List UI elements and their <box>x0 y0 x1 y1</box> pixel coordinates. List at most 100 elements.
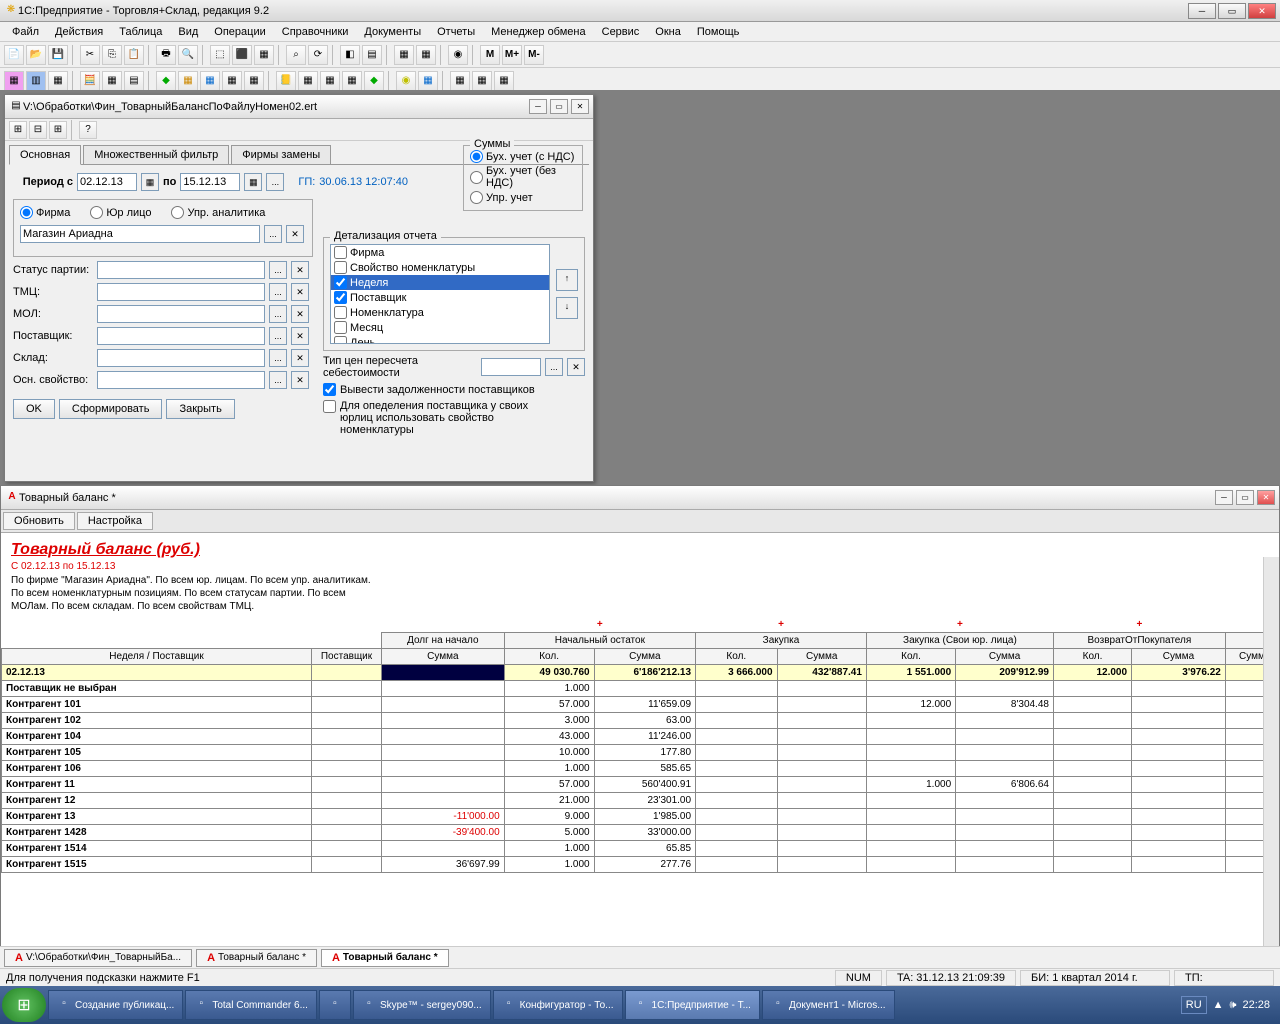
summ-radio[interactable]: Бух. учет (с НДС) <box>470 150 576 163</box>
inp-tmc[interactable] <box>97 283 265 301</box>
tool-icon[interactable]: ▦ <box>222 71 242 91</box>
tool-icon[interactable]: ▤ <box>362 45 382 65</box>
ellipsis-button[interactable]: ... <box>269 261 287 279</box>
detail-item[interactable]: Месяц <box>331 320 549 335</box>
clear-button[interactable]: ✕ <box>291 327 309 345</box>
tool-icon[interactable]: ◆ <box>364 71 384 91</box>
clear-button[interactable]: ✕ <box>291 305 309 323</box>
clear-button[interactable]: ✕ <box>291 283 309 301</box>
tool-icon[interactable]: ▦ <box>200 71 220 91</box>
tool-icon[interactable]: ▦ <box>244 71 264 91</box>
tool-icon[interactable]: M+ <box>502 45 522 65</box>
update-button[interactable]: Обновить <box>3 512 75 530</box>
tree-icon[interactable]: ⊞ <box>49 121 67 139</box>
detail-item[interactable]: Фирма <box>331 245 549 260</box>
copy-icon[interactable]: ⎘ <box>102 45 122 65</box>
detail-listbox[interactable]: ФирмаСвойство номенклатурыНеделяПоставщи… <box>330 244 550 344</box>
tab-1[interactable]: Множественный фильтр <box>83 145 229 164</box>
ellipsis-button[interactable]: ... <box>269 283 287 301</box>
tab-2[interactable]: Фирмы замены <box>231 145 331 164</box>
task-button[interactable]: ▫ <box>319 990 351 1020</box>
task-button[interactable]: ▫1С:Предприятие - Т... <box>625 990 760 1020</box>
ellipsis-button[interactable]: ... <box>269 327 287 345</box>
clear-button[interactable]: ✕ <box>286 225 304 243</box>
task-button[interactable]: ▫Создание публикац... <box>48 990 183 1020</box>
task-button[interactable]: ▫Skype™ - sergey090... <box>353 990 491 1020</box>
tool-icon[interactable]: ▦ <box>320 71 340 91</box>
menu-Менеджер обмена[interactable]: Менеджер обмена <box>483 24 593 40</box>
tool-icon[interactable]: M <box>480 45 500 65</box>
tool-icon[interactable]: ▦ <box>298 71 318 91</box>
detail-item[interactable]: Неделя <box>331 275 549 290</box>
tool-icon[interactable]: ▦ <box>48 71 68 91</box>
inp-postav[interactable] <box>97 327 265 345</box>
print-icon[interactable]: 🖶 <box>156 45 176 65</box>
down-button[interactable]: ↓ <box>556 297 578 319</box>
radio-firma[interactable]: Фирма <box>20 206 70 219</box>
menu-Сервис[interactable]: Сервис <box>594 24 648 40</box>
ok-button[interactable]: OK <box>13 399 55 419</box>
tip-input[interactable] <box>481 358 541 376</box>
lang-indicator[interactable]: RU <box>1181 996 1207 1014</box>
tree-icon[interactable]: ⊞ <box>9 121 27 139</box>
cut-icon[interactable]: ✂ <box>80 45 100 65</box>
tree-icon[interactable]: ⊟ <box>29 121 47 139</box>
tray-icon[interactable]: 🕪 <box>1230 999 1237 1012</box>
maximize-button[interactable]: ▭ <box>1236 490 1254 505</box>
tool-icon[interactable]: ▦ <box>342 71 362 91</box>
tool-icon[interactable]: 🧮 <box>80 71 100 91</box>
tool-icon[interactable]: ◉ <box>396 71 416 91</box>
tool-icon[interactable]: ▦ <box>416 45 436 65</box>
settings-button[interactable]: Настройка <box>77 512 153 530</box>
period-to-input[interactable] <box>180 173 240 191</box>
task-button[interactable]: ▫Документ1 - Micros... <box>762 990 895 1020</box>
tool-icon[interactable]: ▦ <box>494 71 514 91</box>
tool-icon[interactable]: ▥ <box>26 71 46 91</box>
summ-radio[interactable]: Бух. учет (без НДС) <box>470 165 576 189</box>
tool-icon[interactable]: M- <box>524 45 544 65</box>
radio-upr[interactable]: Упр. аналитика <box>171 206 265 219</box>
form-button[interactable]: Сформировать <box>59 399 163 419</box>
preview-icon[interactable]: 🔍 <box>178 45 198 65</box>
start-button[interactable]: ⊞ <box>2 988 46 1022</box>
inp-osn[interactable] <box>97 371 265 389</box>
menu-Помощь[interactable]: Помощь <box>689 24 748 40</box>
firma-input[interactable] <box>20 225 260 243</box>
task-button[interactable]: ▫Total Commander 6... <box>185 990 317 1020</box>
ellipsis-button[interactable]: ... <box>266 173 284 191</box>
tool-icon[interactable]: ▤ <box>124 71 144 91</box>
clear-button[interactable]: ✕ <box>567 358 585 376</box>
tool-icon[interactable]: ⬛ <box>232 45 252 65</box>
menu-Справочники[interactable]: Справочники <box>274 24 357 40</box>
ellipsis-button[interactable]: ... <box>269 371 287 389</box>
menu-Таблица[interactable]: Таблица <box>111 24 170 40</box>
doc-tab[interactable]: AV:\Обработки\Фин_ТоварныйБа... <box>4 949 192 967</box>
tool-icon[interactable]: ▦ <box>418 71 438 91</box>
detail-item[interactable]: Свойство номенклатуры <box>331 260 549 275</box>
tool-icon[interactable]: ▦ <box>450 71 470 91</box>
menu-Отчеты[interactable]: Отчеты <box>429 24 483 40</box>
tool-icon[interactable]: ◉ <box>448 45 468 65</box>
tool-icon[interactable]: ⟳ <box>308 45 328 65</box>
menu-Окна[interactable]: Окна <box>647 24 689 40</box>
tool-icon[interactable]: ▦ <box>472 71 492 91</box>
new-icon[interactable]: 📄 <box>4 45 24 65</box>
save-icon[interactable]: 💾 <box>48 45 68 65</box>
tool-icon[interactable]: ▦ <box>394 45 414 65</box>
maximize-button[interactable]: ▭ <box>550 99 568 114</box>
tool-icon[interactable]: ▦ <box>178 71 198 91</box>
tool-icon[interactable]: ◧ <box>340 45 360 65</box>
doc-tab[interactable]: AТоварный баланс * <box>321 949 449 967</box>
ellipsis-button[interactable]: ... <box>264 225 282 243</box>
paste-icon[interactable]: 📋 <box>124 45 144 65</box>
clear-button[interactable]: ✕ <box>291 349 309 367</box>
tool-icon[interactable]: ◆ <box>156 71 176 91</box>
close-button[interactable]: ✕ <box>571 99 589 114</box>
calendar-icon[interactable]: ▦ <box>141 173 159 191</box>
minimize-button[interactable]: ─ <box>529 99 547 114</box>
ellipsis-button[interactable]: ... <box>269 349 287 367</box>
minimize-button[interactable]: ─ <box>1215 490 1233 505</box>
doc-tab[interactable]: AТоварный баланс * <box>196 949 317 967</box>
chk-opred[interactable]: Для опеделения поставщика у своих юрлиц … <box>323 400 585 436</box>
clear-button[interactable]: ✕ <box>291 371 309 389</box>
